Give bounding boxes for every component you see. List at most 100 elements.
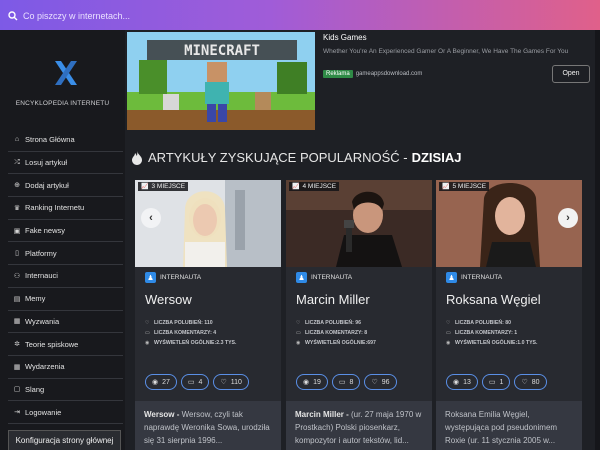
category-label: INTERNAUTA	[160, 274, 202, 281]
ad-image[interactable]: MINECRAFT	[127, 32, 315, 130]
article-excerpt: Roksana Emilia Węgiel, występująca pod p…	[436, 401, 582, 450]
article-card[interactable]: 📈 4 MIEJSCE ♟ INTERNAUTA Marcin Miller ♡ LI…	[286, 180, 432, 450]
eye-icon: ◉	[446, 340, 451, 346]
article-title[interactable]: Roksana Węgiel	[446, 292, 541, 307]
article-actions: ◉ 27 ▭ 4 ♡ 110	[145, 374, 249, 390]
ad-title[interactable]: Kids Games	[323, 33, 367, 42]
chevron-left-icon: ‹	[149, 212, 153, 224]
comments-stat: LICZBA KOMENTARZY: 8	[305, 330, 368, 336]
sidebar-item-challenges[interactable]: ▦ Wyzwania	[8, 311, 123, 334]
chart-icon: 📈	[141, 184, 149, 190]
sidebar-item-label: Fake newsy	[25, 226, 66, 236]
views-pill[interactable]: ◉ 27	[145, 374, 177, 390]
comments-icon: ▭	[296, 330, 301, 336]
comments-icon: ▭	[446, 330, 451, 336]
ad-domain: gameappsdownload.com	[355, 71, 423, 77]
views-pill[interactable]: ◉ 13	[446, 374, 478, 390]
likes-pill[interactable]: ♡ 96	[364, 374, 397, 390]
article-photo	[286, 180, 432, 267]
logo-x-icon[interactable]	[53, 60, 79, 86]
sidebar-item-events[interactable]: ▦ Wydarzenia	[8, 356, 123, 379]
home-icon: ⌂	[14, 136, 20, 144]
rank-badge: 📈 3 MIEJSCE	[138, 182, 189, 191]
brand-name: ENCYKLOPEDIA INTERNETU	[15, 100, 110, 107]
comments-icon: ▭	[187, 379, 195, 386]
section-title: ARTYKUŁY ZYSKUJĄCE POPULARNOŚĆ - DZISIAJ	[131, 150, 461, 165]
rank-label: 3 MIEJSCE	[151, 183, 186, 190]
likes-stat: LICZBA POLUBIEŃ: 96	[305, 320, 362, 326]
heart-icon: ♡	[521, 379, 528, 386]
eye-icon: ◉	[303, 379, 310, 386]
excerpt-text: Roksana Emilia Węgiel, występująca pod p…	[445, 410, 558, 445]
ad-badge: Reklama	[323, 70, 353, 78]
ad-open-button[interactable]: Open	[552, 65, 590, 83]
sidebar-item-users[interactable]: ⚇ Internauci	[8, 265, 123, 288]
sidebar-item-label: Teorie spiskowe	[25, 339, 79, 349]
sidebar-item-random[interactable]: ⤮ Losuj artykuł	[8, 152, 123, 175]
ad-image-logo: MINECRAFT	[184, 43, 260, 59]
rank-badge: 📈 4 MIEJSCE	[289, 182, 340, 191]
article-stats: ♡ LICZBA POLUBIEŃ: 80 ▭ LICZBA KOMENTARZY:…	[446, 318, 537, 348]
plus-circle-icon: ⊕	[14, 182, 20, 190]
sidebar-item-add-article[interactable]: ⊕ Dodaj artykuł	[8, 174, 123, 198]
article-title[interactable]: Wersow	[145, 292, 192, 307]
pill-count: 13	[463, 378, 471, 386]
search-bar[interactable]	[8, 8, 248, 23]
sidebar-item-label: Ranking Internetu	[25, 203, 85, 213]
article-excerpt: Wersow - Wersow, czyli tak naprawdę Wero…	[135, 401, 281, 450]
article-image[interactable]: 📈 4 MIEJSCE	[286, 180, 432, 267]
rank-badge: 📈 5 MIEJSCE	[439, 182, 490, 191]
comments-pill[interactable]: ▭ 4	[180, 374, 210, 390]
article-title[interactable]: Marcin Miller	[296, 292, 370, 307]
comments-stat: LICZBA KOMENTARZY: 4	[154, 330, 217, 336]
platforms-icon: ▯	[15, 250, 19, 258]
comments-icon: ▭	[338, 379, 346, 386]
carousel-prev-button[interactable]: ‹	[141, 208, 161, 228]
pill-count: 27	[162, 378, 170, 386]
rank-label: 4 MIEJSCE	[302, 183, 337, 190]
sidebar-item-login[interactable]: ⇥ Logowanie	[8, 401, 123, 424]
sidebar-item-label: Wydarzenia	[25, 362, 65, 372]
excerpt-name: Marcin Miller -	[295, 410, 349, 419]
main-content: MINECRAFT Kids Games Whether You're An E…	[125, 30, 595, 450]
eye-icon: ◉	[152, 379, 159, 386]
views-stat: WYŚWIETLEŃ OGÓLNIE:2.3 TYS.	[154, 340, 237, 346]
fire-icon	[132, 150, 142, 165]
page-scrollbar[interactable]	[595, 30, 600, 450]
article-category: ♟ INTERNAUTA	[296, 272, 352, 283]
person-icon: ♟	[296, 272, 307, 283]
heart-icon: ♡	[220, 379, 227, 386]
sidebar-item-label: Internauci	[25, 271, 58, 281]
person-icon: ♟	[446, 272, 457, 283]
heart-icon: ♡	[446, 320, 451, 326]
sidebar-item-slang[interactable]: ▢ Slang	[8, 379, 123, 402]
chart-icon: 📈	[442, 184, 450, 190]
likes-stat: LICZBA POLUBIEŃ: 110	[154, 320, 213, 326]
heart-icon: ♡	[296, 320, 301, 326]
search-input[interactable]	[23, 10, 233, 21]
sidebar-item-conspiracy[interactable]: ✲ Teorie spiskowe	[8, 333, 123, 356]
calendar-icon: ▦	[13, 363, 21, 371]
likes-pill[interactable]: ♡ 80	[514, 374, 547, 390]
comments-pill[interactable]: ▭ 1	[481, 374, 511, 390]
views-stat: WYŚWIETLEŃ OGÓLNIE:1.0 TYS.	[455, 340, 538, 346]
eye-icon: ◉	[296, 340, 301, 346]
views-pill[interactable]: ◉ 19	[296, 374, 328, 390]
homepage-config-button[interactable]: Konfiguracja strony głównej	[8, 430, 121, 450]
sidebar-item-ranking[interactable]: ♛ Ranking Internetu	[8, 197, 123, 220]
pill-count: 1	[499, 378, 504, 386]
likes-pill[interactable]: ♡ 110	[213, 374, 249, 390]
trophy-icon: ♛	[13, 204, 21, 212]
sidebar-item-fake-news[interactable]: ▣ Fake newsy	[8, 220, 123, 243]
comments-pill[interactable]: ▭ 8	[331, 374, 361, 390]
pill-count: 96	[381, 378, 390, 386]
category-label: INTERNAUTA	[311, 274, 353, 281]
pill-count: 4	[198, 378, 203, 386]
sidebar-item-platforms[interactable]: ▯ Platformy	[8, 242, 123, 266]
sidebar-item-home[interactable]: ⌂ Strona Główna	[8, 129, 123, 152]
carousel-next-button[interactable]: ›	[558, 208, 578, 228]
calendar-icon: ▦	[13, 318, 21, 326]
rank-label: 5 MIEJSCE	[452, 183, 487, 190]
sign-in-icon: ⇥	[14, 409, 20, 417]
sidebar-item-memes[interactable]: ▤ Memy	[8, 288, 123, 311]
